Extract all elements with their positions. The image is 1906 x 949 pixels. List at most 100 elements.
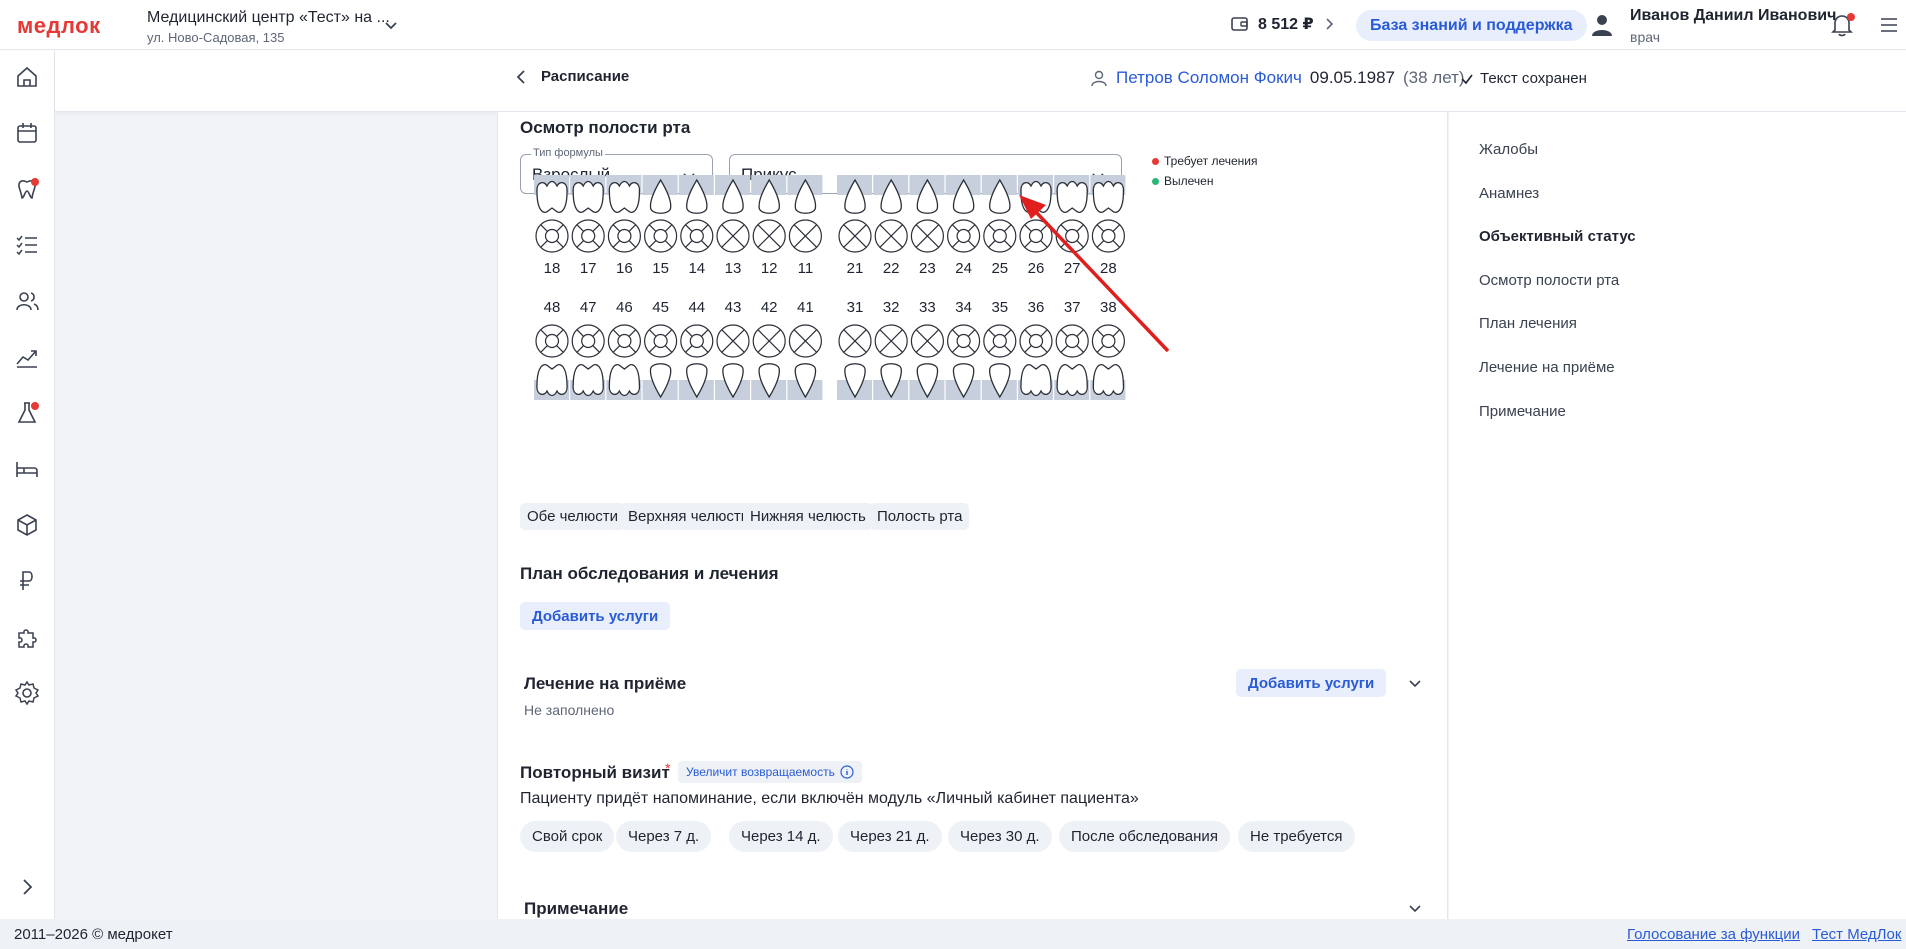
tooth-44[interactable]: 44 xyxy=(678,299,714,400)
revisit-option[interactable]: Свой срок xyxy=(520,821,615,852)
revisit-hint[interactable]: Увеличит возвращаемость xyxy=(678,761,862,783)
tooth-33[interactable]: 33 xyxy=(909,299,945,400)
tooth-number: 15 xyxy=(652,260,669,277)
tooth-number: 37 xyxy=(1064,299,1081,316)
main-card: Осмотр полости рта Тип формулы Взрослый … xyxy=(497,112,1448,919)
chevron-down-icon[interactable] xyxy=(1406,674,1424,692)
right-nav-item[interactable]: Объективный статус xyxy=(1479,228,1636,245)
tooth-number: 13 xyxy=(725,260,742,277)
chevron-right-icon xyxy=(1326,18,1333,30)
chevron-right-icon[interactable] xyxy=(14,874,40,900)
patient-name-link[interactable]: Петров Соломон Фокич xyxy=(1116,68,1302,88)
box-icon[interactable] xyxy=(14,512,40,538)
tooth-27[interactable]: 27 xyxy=(1054,175,1090,277)
tooth-45[interactable]: 45 xyxy=(642,299,678,400)
user-icon[interactable] xyxy=(1589,12,1615,38)
tooth-number: 34 xyxy=(955,299,972,316)
calendar-icon[interactable] xyxy=(14,120,40,146)
tooth-number: 45 xyxy=(652,299,669,316)
tooth-16[interactable]: 16 xyxy=(606,175,642,277)
tooth-34[interactable]: 34 xyxy=(945,299,981,400)
chevron-down-icon[interactable] xyxy=(1406,899,1424,917)
balance[interactable]: 8 512 ₽ xyxy=(1230,14,1336,34)
plan-title: План обследования и лечения xyxy=(520,564,779,583)
back-to-schedule[interactable]: Расписание xyxy=(515,68,629,85)
tooth-48[interactable]: 48 xyxy=(534,299,569,400)
right-nav-item[interactable]: Анамнез xyxy=(1479,185,1539,202)
right-nav-item[interactable]: План лечения xyxy=(1479,315,1577,332)
wallet-icon xyxy=(1231,17,1248,31)
test-link[interactable]: Тест МедЛок xyxy=(1812,926,1901,943)
tooth-25[interactable]: 25 xyxy=(981,175,1017,277)
tooth-42[interactable]: 42 xyxy=(751,299,787,400)
jaw-button[interactable]: Полость рта xyxy=(870,503,970,530)
tooth-32[interactable]: 32 xyxy=(873,299,909,400)
right-section-nav: Жалобы Анамнез Объективный статус Осмотр по… xyxy=(1449,112,1906,919)
revisit-option[interactable]: Через 21 д. xyxy=(838,821,942,852)
revisit-option[interactable]: После обследования xyxy=(1059,821,1230,852)
saved-status-text: Текст сохранен xyxy=(1480,70,1587,87)
revisit-description: Пациенту придёт напоминание, если включё… xyxy=(520,790,1139,807)
tooth-11[interactable]: 11 xyxy=(787,175,823,277)
tooth-14[interactable]: 14 xyxy=(678,175,714,277)
tooth-23[interactable]: 23 xyxy=(909,175,945,277)
tooth-31[interactable]: 31 xyxy=(837,299,872,400)
vote-link[interactable]: Голосование за функции xyxy=(1627,926,1800,943)
tooth-36[interactable]: 36 xyxy=(1018,299,1053,400)
tooth-26[interactable]: 26 xyxy=(1018,175,1053,277)
tooth-15[interactable]: 15 xyxy=(642,175,678,277)
menu-icon[interactable] xyxy=(1878,14,1900,36)
tooth-37[interactable]: 37 xyxy=(1054,299,1090,400)
tooth-22[interactable]: 22 xyxy=(873,175,909,277)
gear-icon[interactable] xyxy=(14,680,40,706)
tooth-number: 42 xyxy=(761,299,778,316)
sub-header: Расписание Петров Соломон Фокич 09.05.19… xyxy=(55,50,1906,112)
jaw-button[interactable]: Обе челюсти xyxy=(520,503,626,530)
tooth-21[interactable]: 21 xyxy=(837,175,872,277)
tooth-number: 44 xyxy=(688,299,705,316)
puzzle-icon[interactable] xyxy=(14,624,40,650)
tooth-38[interactable]: 38 xyxy=(1090,299,1126,400)
tooth-24[interactable]: 24 xyxy=(945,175,981,277)
home-icon[interactable] xyxy=(14,64,40,90)
tooth-46[interactable]: 46 xyxy=(606,299,642,400)
ruble-icon[interactable] xyxy=(14,568,40,594)
users-icon[interactable] xyxy=(14,288,40,314)
knowledge-base-button[interactable]: База знаний и поддержка xyxy=(1356,10,1587,41)
logo[interactable]: медлок xyxy=(17,13,101,39)
tooth-28[interactable]: 28 xyxy=(1090,175,1126,277)
tooth-number: 11 xyxy=(798,260,814,277)
left-sidebar xyxy=(0,50,55,919)
revisit-option[interactable]: Не требуется xyxy=(1238,821,1355,852)
right-nav-item[interactable]: Осмотр полости рта xyxy=(1479,272,1619,289)
chevron-down-icon[interactable] xyxy=(382,16,400,34)
clinic-selector[interactable]: Медицинский центр «Тест» на ... ул. Ново… xyxy=(147,9,390,45)
user-menu[interactable]: Иванов Даниил Иванович врач xyxy=(1630,7,1836,45)
right-nav-item[interactable]: Лечение на приёме xyxy=(1479,359,1615,376)
tooth-12[interactable]: 12 xyxy=(751,175,787,277)
required-mark: * xyxy=(665,760,671,776)
tooth-35[interactable]: 35 xyxy=(981,299,1017,400)
chevron-left-icon xyxy=(516,69,525,84)
plan-add-services-button[interactable]: Добавить услуги xyxy=(520,602,671,630)
jaw-button[interactable]: Нижняя челюсть xyxy=(743,503,873,530)
checklist-icon[interactable] xyxy=(14,232,40,258)
bed-icon[interactable] xyxy=(14,456,40,482)
tooth-13[interactable]: 13 xyxy=(715,175,750,277)
revisit-option[interactable]: Через 14 д. xyxy=(729,821,833,852)
right-nav-item[interactable]: Жалобы xyxy=(1479,141,1538,158)
tooth-number: 27 xyxy=(1064,260,1081,277)
revisit-title: Повторный визит xyxy=(520,763,670,782)
tooth-17[interactable]: 17 xyxy=(570,175,606,277)
treatment-add-services-button[interactable]: Добавить услуги xyxy=(1236,669,1387,697)
jaw-button[interactable]: Верхняя челюсть xyxy=(621,503,756,530)
tooth-number: 17 xyxy=(580,260,597,277)
revisit-option[interactable]: Через 7 д. xyxy=(616,821,712,852)
right-nav-item[interactable]: Примечание xyxy=(1479,403,1566,420)
tooth-47[interactable]: 47 xyxy=(570,299,606,400)
tooth-18[interactable]: 18 xyxy=(534,175,569,277)
chart-icon[interactable] xyxy=(14,344,40,370)
revisit-option[interactable]: Через 30 д. xyxy=(948,821,1052,852)
tooth-41[interactable]: 41 xyxy=(787,299,823,400)
tooth-43[interactable]: 43 xyxy=(715,299,750,400)
